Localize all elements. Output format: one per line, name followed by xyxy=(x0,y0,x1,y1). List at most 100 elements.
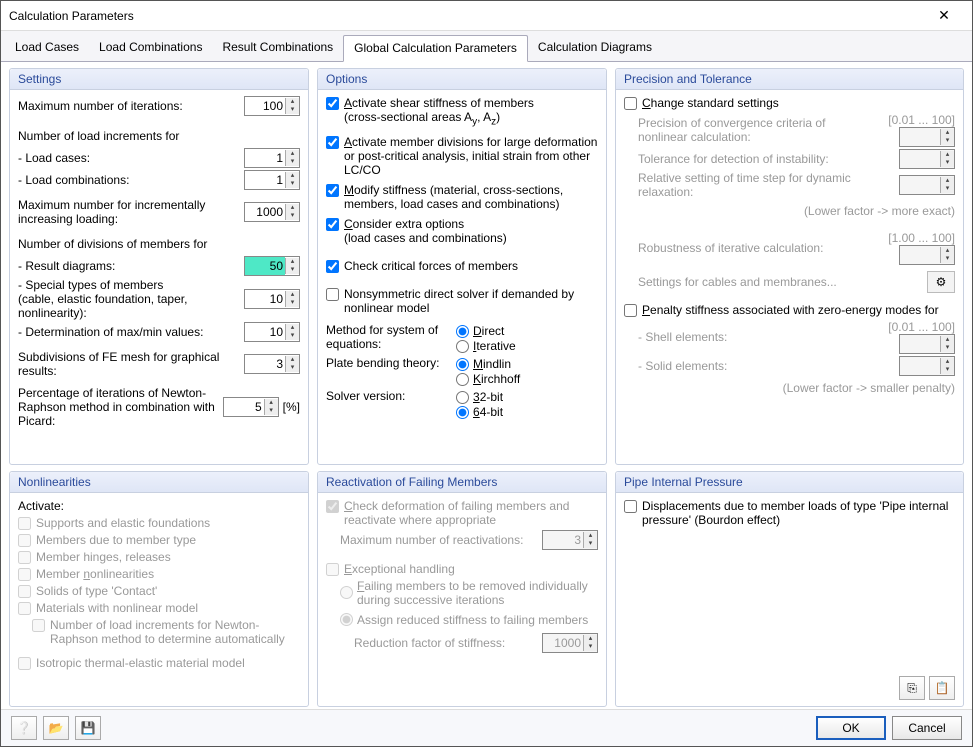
paste-icon[interactable]: 📋 xyxy=(929,676,955,700)
activate-label: Activate: xyxy=(18,499,300,513)
result-diag-input[interactable]: ▴▾ xyxy=(244,256,300,276)
reactivation-title: Reactivation of Failing Members xyxy=(318,472,606,493)
change-settings-checkbox[interactable] xyxy=(624,97,637,110)
method-label: Method for system of equations: xyxy=(326,323,446,351)
precision-title: Precision and Tolerance xyxy=(616,69,963,90)
titlebar: Calculation Parameters ✕ xyxy=(1,1,972,31)
extra-label: Consider extra options(load cases and co… xyxy=(344,217,598,245)
kirchhoff-radio[interactable] xyxy=(456,373,469,386)
iterative-radio[interactable] xyxy=(456,340,469,353)
penalty-checkbox[interactable] xyxy=(624,304,637,317)
pipe-title: Pipe Internal Pressure xyxy=(616,472,963,493)
supports-checkbox xyxy=(18,517,31,530)
max-iter-input[interactable]: ▴▾ xyxy=(244,96,300,116)
iso-checkbox xyxy=(18,657,31,670)
load-cases-input[interactable]: ▴▾ xyxy=(244,148,300,168)
settings-title: Settings xyxy=(10,69,308,90)
bit32-radio[interactable] xyxy=(456,391,469,404)
lower1: (Lower factor -> more exact) xyxy=(804,204,955,218)
reactivation-panel: Reactivation of Failing Members Check de… xyxy=(317,471,607,708)
robust-label: Robustness of iterative calculation: xyxy=(638,241,845,255)
plate-label: Plate bending theory: xyxy=(326,356,446,370)
solid-label: - Solid elements: xyxy=(638,359,899,373)
settings-panel: Settings Maximum number of iterations: ▴… xyxy=(9,68,309,465)
nonsym-checkbox[interactable] xyxy=(326,288,339,301)
special-input[interactable]: ▴▾ xyxy=(244,289,300,309)
member-nl-checkbox xyxy=(18,568,31,581)
modify-stiff-checkbox[interactable] xyxy=(326,184,339,197)
extra-checkbox[interactable] xyxy=(326,218,339,231)
robust-input: ▴▾ xyxy=(899,245,955,265)
timestep-input: ▴▾ xyxy=(899,175,955,195)
assign-reduced-radio xyxy=(340,613,353,626)
large-def-checkbox[interactable] xyxy=(326,136,339,149)
shear-checkbox[interactable] xyxy=(326,97,339,110)
spin-down-icon[interactable]: ▾ xyxy=(286,106,299,114)
lower2: (Lower factor -> smaller penalty) xyxy=(783,381,955,395)
timestep-label: Relative setting of time step for dynami… xyxy=(638,171,899,199)
spin-up-icon[interactable]: ▴ xyxy=(286,98,299,106)
max-react-input: ▴▾ xyxy=(542,530,598,550)
save-icon[interactable]: 💾 xyxy=(75,716,101,740)
options-panel: Options Activate shear stiffness of memb… xyxy=(317,68,607,465)
tab-calculation-diagrams[interactable]: Calculation Diagrams xyxy=(528,35,662,61)
penalty-label: Penalty stiffness associated with zero-e… xyxy=(642,303,955,317)
ok-button[interactable]: OK xyxy=(816,716,886,740)
nonlin-title: Nonlinearities xyxy=(10,472,308,493)
load-combos-input[interactable]: ▴▾ xyxy=(244,170,300,190)
conv-label: Precision of convergence criteria of non… xyxy=(638,116,845,144)
failing-remove-radio xyxy=(340,586,353,599)
react-check-checkbox xyxy=(326,500,339,513)
cables-settings-button[interactable]: ⚙ xyxy=(927,271,955,293)
maxmin-label: - Determination of max/min values: xyxy=(18,325,244,339)
nr-auto-checkbox xyxy=(32,619,45,632)
cancel-button[interactable]: Cancel xyxy=(892,716,962,740)
picard-input[interactable]: ▴▾ xyxy=(223,397,279,417)
max-iter-label: Maximum number of iterations: xyxy=(18,99,244,113)
fe-mesh-input[interactable]: ▴▾ xyxy=(244,354,300,374)
tab-load-cases[interactable]: Load Cases xyxy=(5,35,89,61)
footer: ❔ 📂 💾 OK Cancel xyxy=(1,709,972,746)
conv-input: ▴▾ xyxy=(899,127,955,147)
modify-stiff-label: Modify stiffness (material, cross-sectio… xyxy=(344,183,598,211)
picard-label: Percentage of iterations of Newton-Raphs… xyxy=(18,386,223,428)
exc-checkbox xyxy=(326,563,339,576)
solver-label: Solver version: xyxy=(326,389,446,403)
bourdon-label: Displacements due to member loads of typ… xyxy=(642,499,955,527)
picard-unit: [%] xyxy=(283,400,300,414)
tab-load-combinations[interactable]: Load Combinations xyxy=(89,35,212,61)
load-cases-label: - Load cases: xyxy=(18,151,244,165)
large-def-label: Activate member divisions for large defo… xyxy=(344,135,598,177)
open-icon[interactable]: 📂 xyxy=(43,716,69,740)
nonlinearities-panel: Nonlinearities Activate: Supports and el… xyxy=(9,471,309,708)
copy-icon[interactable]: ⎘ xyxy=(899,676,925,700)
check-crit-label: Check critical forces of members xyxy=(344,259,598,273)
dialog-window: Calculation Parameters ✕ Load Cases Load… xyxy=(0,0,973,747)
close-icon[interactable]: ✕ xyxy=(924,7,964,24)
cables-label: Settings for cables and membranes... xyxy=(638,275,927,289)
reduction-label: Reduction factor of stiffness: xyxy=(354,636,542,650)
nonsym-label: Nonsymmetric direct solver if demanded b… xyxy=(344,287,598,315)
shell-input: ▴▾ xyxy=(899,334,955,354)
range1: [0.01 ... 100] xyxy=(845,113,955,127)
maxmin-input[interactable]: ▴▾ xyxy=(244,322,300,342)
tab-result-combinations[interactable]: Result Combinations xyxy=(212,35,343,61)
max-incr-input[interactable]: ▴▾ xyxy=(244,202,300,222)
direct-radio[interactable] xyxy=(456,325,469,338)
bit64-radio[interactable] xyxy=(456,406,469,419)
special-label: - Special types of members (cable, elast… xyxy=(18,278,244,320)
instab-input: ▴▾ xyxy=(899,149,955,169)
check-crit-checkbox[interactable] xyxy=(326,260,339,273)
members-type-checkbox xyxy=(18,534,31,547)
dialog-body: Settings Maximum number of iterations: ▴… xyxy=(1,62,972,709)
range3: [0.01 ... 100] xyxy=(845,320,955,334)
bourdon-checkbox[interactable] xyxy=(624,500,637,513)
change-settings-label: Change standard settings xyxy=(642,96,955,110)
mindlin-radio[interactable] xyxy=(456,358,469,371)
shear-label: Activate shear stiffness of members(cros… xyxy=(344,96,598,127)
reduction-input: ▴▾ xyxy=(542,633,598,653)
tab-global-calculation[interactable]: Global Calculation Parameters xyxy=(343,35,528,62)
pipe-panel: Pipe Internal Pressure Displacements due… xyxy=(615,471,964,708)
range2: [1.00 ... 100] xyxy=(845,231,955,245)
help-icon[interactable]: ❔ xyxy=(11,716,37,740)
